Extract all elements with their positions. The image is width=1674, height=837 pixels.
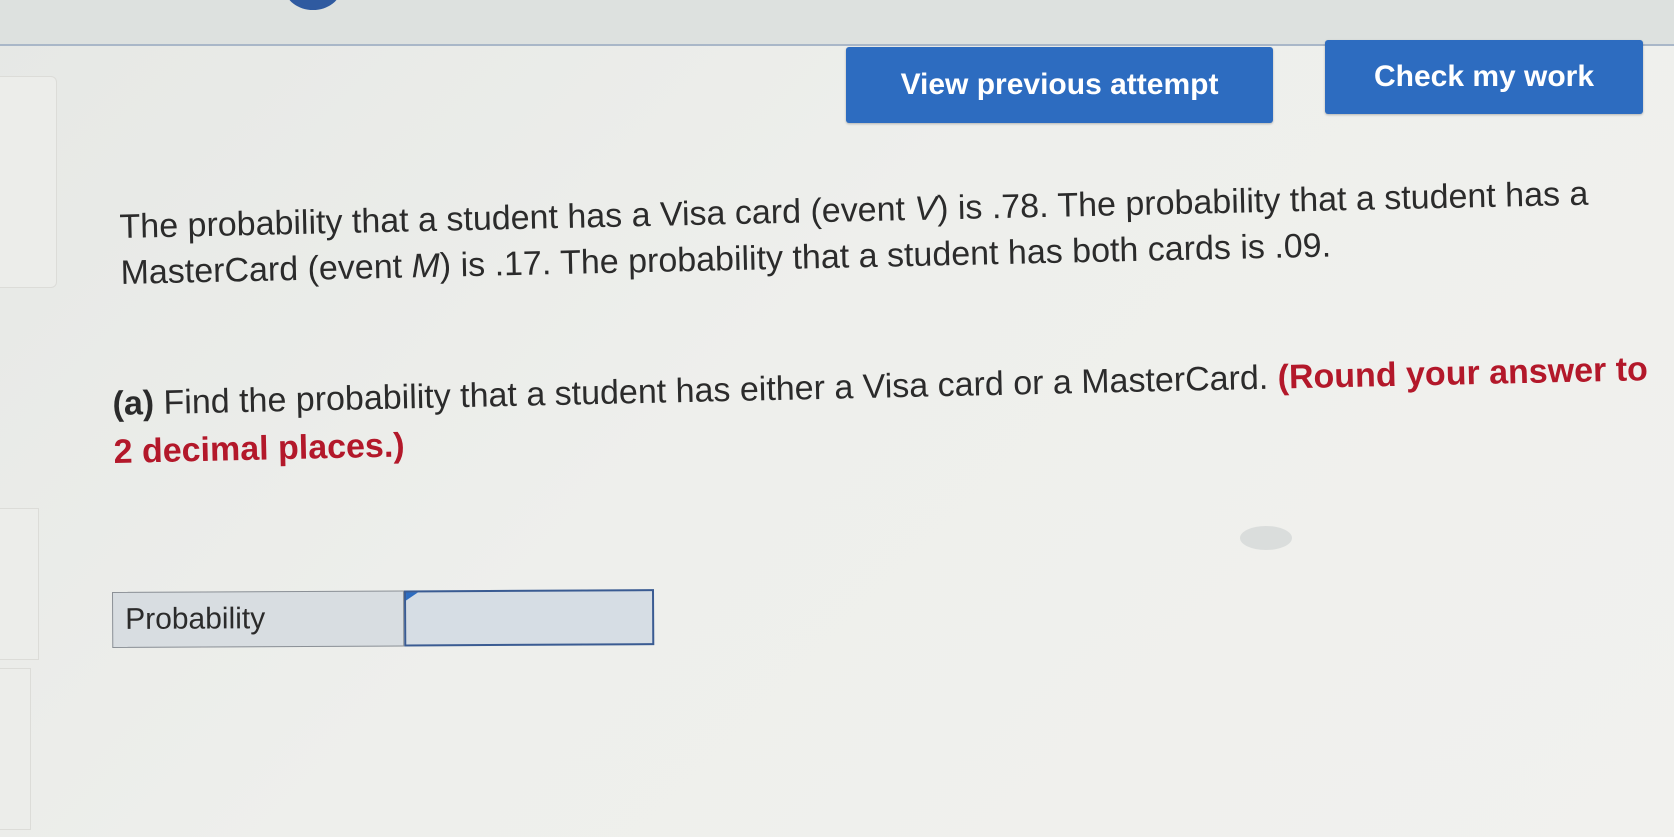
flag-icon <box>406 592 419 601</box>
part-a-text: Find the probability that a student has … <box>153 358 1279 423</box>
answer-table: Probability <box>112 589 655 648</box>
question-stem: The probability that a student has a Vis… <box>119 169 1666 296</box>
side-panel-top <box>0 76 57 288</box>
part-a-label: (a) <box>112 384 155 423</box>
mastercard-event-variable: M <box>411 246 441 286</box>
view-previous-attempt-button[interactable]: View previous attempt <box>846 47 1273 123</box>
probability-input[interactable] <box>406 591 653 645</box>
question-stem-text-1: The probability that a student has a Vis… <box>119 189 915 246</box>
question-part-a: (a) Find the probability that a student … <box>112 345 1659 476</box>
probability-input-cell[interactable] <box>403 589 655 647</box>
probability-label: Probability <box>112 590 405 648</box>
screen-glare <box>1240 526 1292 550</box>
visa-event-variable: V <box>913 189 938 228</box>
header-band <box>0 0 1674 44</box>
side-panel-bottom <box>0 668 31 830</box>
side-panel-middle <box>0 508 39 660</box>
check-my-work-button[interactable]: Check my work <box>1325 40 1643 114</box>
